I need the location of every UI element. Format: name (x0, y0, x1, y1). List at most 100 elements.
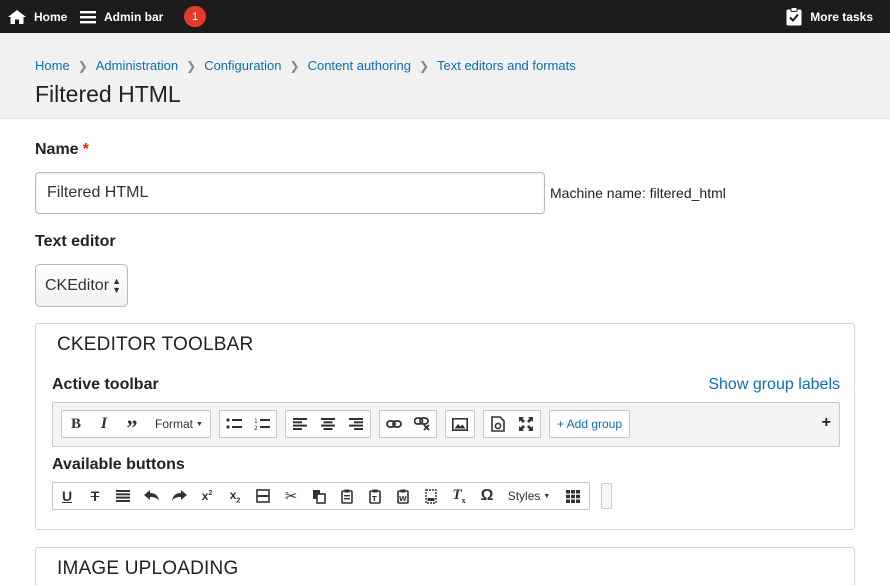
breadcrumb-home[interactable]: Home (35, 58, 70, 73)
breadcrumb-separator-icon: ❯ (77, 58, 88, 73)
toolbar-group-media (445, 410, 475, 438)
toolbar-group-formatting: B I ” Format ▼ (61, 410, 211, 440)
dropdown-caret-icon: ▼ (196, 420, 203, 428)
paste-from-word-button[interactable]: W (389, 483, 417, 509)
remove-format-icon: Tx (452, 487, 466, 505)
admin-bar-menu-button[interactable]: Admin bar (80, 0, 163, 33)
home-label: Home (34, 9, 68, 24)
text-editor-label: Text editor (35, 233, 116, 250)
active-toolbar-label: Active toolbar (52, 376, 159, 393)
toolbar-group-alignment (285, 410, 371, 438)
toolbar-group-tools (483, 410, 541, 438)
numbered-list-button[interactable]: 12 (248, 411, 276, 437)
underline-button[interactable]: U (53, 483, 81, 509)
unlink-button[interactable] (408, 411, 436, 437)
show-blocks-icon (425, 488, 437, 504)
breadcrumb-separator-icon: ❯ (289, 58, 300, 73)
styles-dropdown[interactable]: Styles ▼ (503, 483, 555, 509)
unlink-icon (414, 417, 430, 431)
name-label-text: Name (35, 141, 79, 158)
copy-button[interactable] (305, 483, 333, 509)
text-editor-select[interactable]: CKEditor ▲ ▼ (35, 264, 128, 307)
link-button[interactable] (380, 411, 408, 437)
more-tasks-label: More tasks (810, 9, 873, 24)
source-button[interactable] (484, 411, 512, 437)
more-tasks-link[interactable]: More tasks (786, 0, 873, 33)
bold-button[interactable]: B (62, 411, 90, 437)
strikethrough-button[interactable]: T (81, 483, 109, 509)
image-button[interactable] (446, 411, 474, 437)
justify-icon (116, 490, 130, 502)
align-right-button[interactable] (342, 411, 370, 437)
page-title: Filtered HTML (35, 81, 181, 107)
image-uploading-fieldset: IMAGE UPLOADING (35, 547, 855, 585)
admin-bar-label: Admin bar (104, 9, 164, 24)
svg-text:W: W (399, 495, 407, 503)
breadcrumb-configuration[interactable]: Configuration (204, 58, 281, 73)
subscript-icon: x2 (229, 487, 241, 505)
align-center-button[interactable] (314, 411, 342, 437)
breadcrumb-separator-icon: ❯ (418, 58, 429, 73)
image-uploading-legend: IMAGE UPLOADING (57, 558, 239, 579)
maximize-icon (519, 417, 533, 431)
cut-button[interactable]: ✂ (277, 483, 305, 509)
notification-badge[interactable]: 1 (184, 6, 206, 27)
bold-icon: B (70, 415, 81, 432)
toolbar-group-links (379, 410, 437, 438)
clipboard-check-icon (786, 7, 802, 26)
align-left-icon (293, 418, 307, 430)
paste-icon (341, 489, 353, 504)
blockquote-icon: ” (126, 415, 138, 440)
svg-text:1: 1 (254, 418, 258, 425)
ckeditor-toolbar-legend: CKEDITOR TOOLBAR (57, 334, 254, 355)
bulleted-list-button[interactable] (220, 411, 248, 437)
breadcrumb-content-authoring[interactable]: Content authoring (308, 58, 411, 73)
link-icon (386, 420, 402, 428)
undo-icon (143, 490, 159, 501)
paste-text-icon: T (368, 489, 381, 504)
format-dropdown[interactable]: Format ▼ (150, 411, 208, 437)
show-blocks-button[interactable] (417, 483, 445, 509)
hamburger-icon (80, 10, 96, 23)
italic-button[interactable]: I (90, 411, 118, 437)
underline-icon: U (61, 488, 73, 504)
table-icon (566, 489, 580, 503)
show-group-labels-link[interactable]: Show group labels (708, 376, 840, 394)
superscript-icon: x2 (201, 489, 213, 503)
svg-text:2: 2 (254, 425, 258, 431)
ckeditor-toolbar-fieldset: CKEDITOR TOOLBAR Active toolbar Show gro… (35, 323, 855, 530)
numbered-list-icon: 12 (254, 418, 270, 431)
active-toolbar: B I ” Format ▼ 12 + Add group + (52, 402, 840, 447)
page-header: Home ❯ Administration ❯ Configuration ❯ … (0, 33, 890, 119)
table-button[interactable] (559, 483, 587, 509)
available-buttons-label: Available buttons (52, 456, 185, 473)
button-separator[interactable] (601, 483, 612, 509)
horizontal-rule-button[interactable] (249, 483, 277, 509)
undo-button[interactable] (137, 483, 165, 509)
svg-text:T: T (372, 495, 377, 503)
superscript-button[interactable]: x2 (193, 483, 221, 509)
breadcrumb-text-editors[interactable]: Text editors and formats (437, 58, 576, 73)
format-label: Format (155, 417, 194, 431)
align-left-button[interactable] (286, 411, 314, 437)
toolbar-group-lists: 12 (219, 410, 277, 438)
special-character-button[interactable]: Ω (473, 483, 501, 509)
paste-button[interactable] (333, 483, 361, 509)
subscript-button[interactable]: x2 (221, 483, 249, 509)
name-input[interactable] (35, 172, 545, 214)
breadcrumb-administration[interactable]: Administration (96, 58, 178, 73)
paste-text-button[interactable]: T (361, 483, 389, 509)
add-row-button[interactable]: + (822, 414, 831, 432)
machine-name: Machine name: filtered_html (550, 185, 726, 201)
justify-button[interactable] (109, 483, 137, 509)
home-icon (8, 9, 26, 24)
maximize-button[interactable] (512, 411, 540, 437)
bulleted-list-icon (226, 418, 242, 429)
name-label: Name * (35, 141, 89, 159)
remove-format-button[interactable]: Tx (445, 483, 473, 509)
add-group-button[interactable]: + Add group (549, 410, 630, 438)
redo-icon (171, 490, 187, 501)
home-link[interactable]: Home (8, 0, 67, 33)
blockquote-button[interactable]: ” (118, 411, 146, 440)
redo-button[interactable] (165, 483, 193, 509)
